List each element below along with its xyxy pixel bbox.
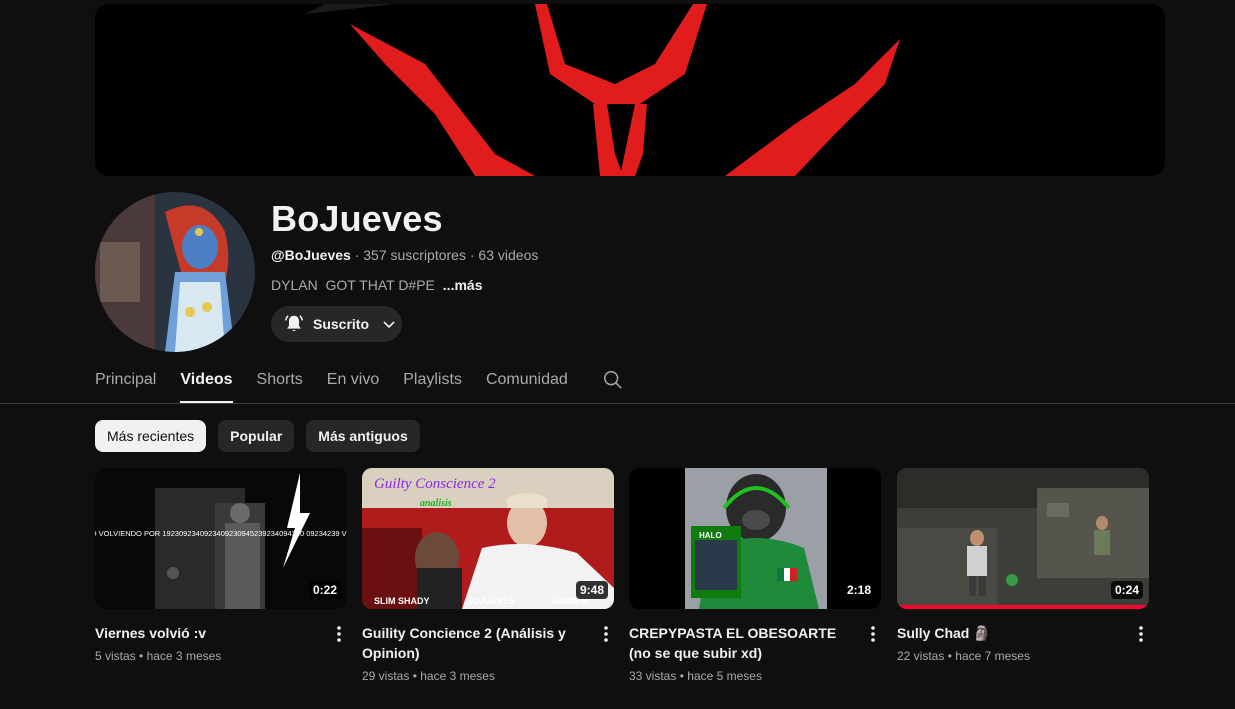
video-views: 5 vistas — [95, 649, 136, 663]
video-age: hace 7 meses — [955, 649, 1030, 663]
video-title[interactable]: Viernes volvió :v — [95, 623, 347, 643]
description-more-link[interactable]: ...más — [443, 277, 483, 293]
video-views: 29 vistas — [362, 669, 410, 683]
subscribed-button[interactable]: Suscrito — [271, 306, 402, 342]
tab-videos[interactable]: Videos — [180, 366, 233, 403]
tab-shorts[interactable]: Shorts — [257, 366, 303, 403]
thumbnail-caption: YO VOLVIENDO POR 19230923409234092309452… — [95, 529, 347, 538]
video-thumbnail[interactable]: YO VOLVIENDO POR 19230923409234092309452… — [95, 468, 347, 609]
description-text: DYLAN GOT THAT D#PE — [271, 277, 435, 293]
thumbnail-caption: HALO — [699, 531, 722, 540]
video-duration: 2:18 — [842, 581, 875, 599]
more-vert-icon[interactable] — [1133, 624, 1149, 644]
channel-page: BoJueves @BoJueves · 357 suscriptores · … — [0, 0, 1235, 709]
more-vert-icon[interactable] — [331, 624, 347, 644]
tabs-divider — [0, 403, 1235, 404]
video-views: 22 vistas — [897, 649, 945, 663]
video-title[interactable]: CREPYPASTA EL OBESOARTE (no se que subir… — [629, 623, 881, 663]
video-thumbnail[interactable]: HALO 2:18 — [629, 468, 881, 609]
channel-banner — [95, 4, 1165, 176]
channel-meta: @BoJueves · 357 suscriptores · 63 videos — [271, 247, 538, 263]
video-card: YO VOLVIENDO POR 19230923409234092309452… — [95, 468, 347, 663]
tab-principal[interactable]: Principal — [95, 366, 156, 403]
channel-handle: @BoJueves — [271, 247, 351, 263]
video-duration: 0:22 — [308, 581, 341, 599]
thumbnail-caption: Guilty Conscience 2 — [374, 476, 496, 492]
banner-art — [95, 4, 1165, 176]
more-vert-icon[interactable] — [865, 624, 881, 644]
chip-mas-recientes[interactable]: Más recientes — [95, 420, 207, 452]
video-age: hace 3 meses — [146, 649, 222, 663]
video-title[interactable]: Guility Concience 2 (Análisis y Opinion) — [362, 623, 614, 663]
chip-mas-antiguos[interactable]: Más antiguos — [306, 420, 420, 452]
bell-icon — [285, 315, 303, 332]
thumbnail-subcaption: analisis — [420, 498, 452, 509]
meta-separator: • — [139, 649, 147, 663]
video-card: Guilty Conscience 2 analisis SLIM SHADY … — [362, 468, 614, 683]
video-views: 33 vistas — [629, 669, 677, 683]
more-vert-icon[interactable] — [598, 624, 614, 644]
thumbnail-label: BOJUEVES — [466, 596, 515, 606]
watch-progress-bar — [897, 605, 1149, 609]
channel-avatar[interactable] — [95, 192, 255, 352]
thumbnail-label: SLIM SHADY — [374, 596, 430, 606]
video-count: 63 videos — [478, 247, 539, 263]
video-duration: 9:48 — [575, 581, 608, 599]
channel-description[interactable]: DYLAN GOT THAT D#PE ...más — [271, 277, 483, 293]
video-title[interactable]: Sully Chad 🗿 — [897, 623, 1149, 643]
channel-tabs: Principal Videos Shorts En vivo Playlist… — [95, 366, 592, 403]
video-thumbnail[interactable]: Guilty Conscience 2 analisis SLIM SHADY … — [362, 468, 614, 609]
tab-playlists[interactable]: Playlists — [403, 366, 462, 403]
tab-comunidad[interactable]: Comunidad — [486, 366, 568, 403]
video-age: hace 5 meses — [687, 669, 762, 683]
video-thumbnail[interactable]: 0:24 — [897, 468, 1149, 609]
subscribed-label: Suscrito — [313, 316, 370, 332]
video-meta: 29 vistas • hace 3 meses — [362, 669, 614, 683]
video-duration: 0:24 — [1110, 581, 1143, 599]
video-card: 0:24 Sully Chad 🗿 22 vistas • hace 7 mes… — [897, 468, 1149, 663]
video-meta: 5 vistas • hace 3 meses — [95, 649, 347, 663]
video-age: hace 3 meses — [420, 669, 495, 683]
search-icon[interactable] — [602, 369, 624, 391]
avatar-art — [95, 192, 255, 352]
chevron-down-icon — [383, 321, 395, 329]
subscriber-count: 357 suscriptores — [363, 247, 466, 263]
chip-popular[interactable]: Popular — [218, 420, 295, 452]
meta-separator: · — [354, 247, 364, 263]
channel-name: BoJueves — [271, 198, 443, 239]
video-meta: 33 vistas • hace 5 meses — [629, 669, 881, 683]
tab-en-vivo[interactable]: En vivo — [327, 366, 379, 403]
video-meta: 22 vistas • hace 7 meses — [897, 649, 1149, 663]
video-card: HALO 2:18 CREPYPASTA EL OBESOARTE (no se… — [629, 468, 881, 683]
sort-chips: Más recientes Popular Más antiguos — [95, 420, 420, 452]
